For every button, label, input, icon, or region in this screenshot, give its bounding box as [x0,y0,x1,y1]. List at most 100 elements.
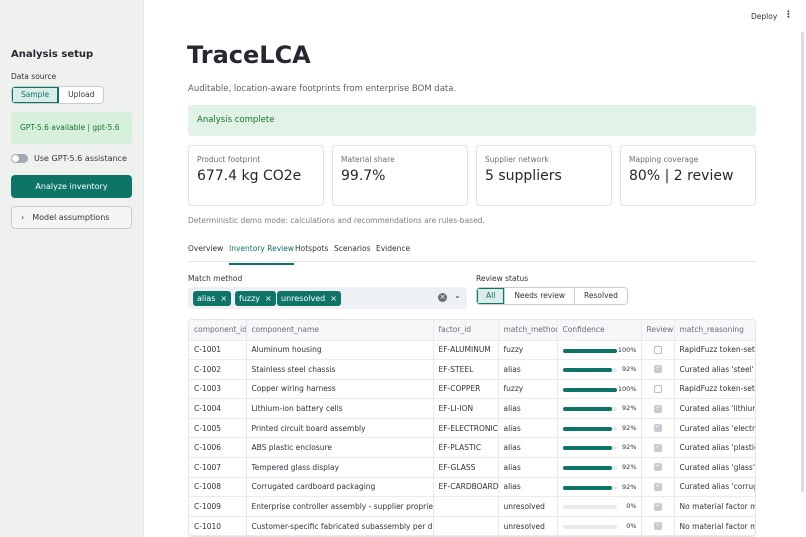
cell-match-reasoning[interactable]: Curated alias 'glass' matched [674,457,755,478]
cell-match-method[interactable]: alias [498,418,558,439]
cell-component-name[interactable]: Copper wiring harness [246,379,434,400]
tab-overview[interactable]: Overview [188,244,223,263]
cell-match-reasoning[interactable]: RapidFuzz token-set match [674,340,755,361]
cell-component-name[interactable]: ABS plastic enclosure [246,437,434,459]
cell-confidence[interactable]: 100% [557,340,642,361]
match-method-multiselect[interactable]: alias × fuzzy × unresolved × × ⌄ [188,287,467,309]
review-checkbox[interactable] [653,521,662,531]
close-icon[interactable]: × [330,294,337,303]
table-row[interactable]: C-1005 Printed circuit board assembly EF-E… [189,418,755,439]
cell-component-id[interactable]: C-1004 [189,398,247,419]
table-row[interactable]: C-1002 Stainless steel chassis EF-STEEL ali… [189,359,755,380]
cell-confidence[interactable]: 92% [557,359,642,380]
cell-match-reasoning[interactable]: Curated alias 'plastic' matched [674,437,755,459]
cell-confidence[interactable]: 92% [557,457,642,478]
cell-match-method[interactable]: unresolved [498,516,558,536]
kebab-menu-icon[interactable]: ⋮ [784,10,793,20]
review-option-all[interactable]: All [477,288,506,304]
cell-match-method[interactable]: fuzzy [498,379,558,400]
tab-inventory-review[interactable]: Inventory Review [229,244,294,265]
cell-factor-id[interactable] [433,516,499,536]
source-option-sample[interactable]: Sample [12,87,60,103]
review-checkbox[interactable] [653,502,662,511]
tab-hotspots[interactable]: Hotspots [295,244,328,263]
table-row[interactable]: C-1009 Enterprise controller assembly - s… [189,496,755,517]
cell-match-method[interactable]: alias [498,437,558,459]
cell-factor-id[interactable]: EF-GLASS [433,457,499,478]
cell-review[interactable] [641,340,675,361]
review-checkbox[interactable] [653,404,662,413]
cell-match-reasoning[interactable]: No material factor met [674,516,755,536]
column-header[interactable]: factor_id [433,320,499,341]
cell-component-name[interactable]: Enterprise controller assembly - supplie… [246,496,434,517]
cell-factor-id[interactable]: EF-STEEL [433,359,499,380]
chip-fuzzy[interactable]: fuzzy × [235,291,276,306]
table-row[interactable]: C-1006 ABS plastic enclosure EF-PLASTIC ali… [189,437,755,459]
cell-match-reasoning[interactable]: No material factor met [674,496,755,517]
review-checkbox[interactable] [653,482,662,491]
table-row[interactable]: C-1003 Copper wiring harness EF-COPPER fuzz… [189,379,755,400]
table-row[interactable]: C-1007 Tempered glass display EF-GLASS alia… [189,457,755,478]
cell-component-id[interactable]: C-1009 [189,496,247,517]
table-row[interactable]: C-1008 Corrugated cardboard packaging EF-C… [189,477,755,498]
review-option-needs-review[interactable]: Needs review [505,288,576,304]
review-checkbox[interactable] [653,364,662,374]
cell-component-name[interactable]: Lithium-ion battery cells [246,398,434,419]
column-header[interactable]: Confidence [557,320,642,341]
cell-review[interactable] [641,457,675,478]
cell-component-name[interactable]: Customer-specific fabricated subassembly… [246,516,434,536]
cell-component-name[interactable]: Aluminum housing [246,340,434,361]
table-row[interactable]: C-1004 Lithium-ion battery cells EF-LI-ION… [189,398,755,419]
cell-match-method[interactable]: alias [498,398,558,419]
cell-confidence[interactable]: 0% [557,516,642,536]
close-icon[interactable]: × [265,294,272,303]
cell-review[interactable] [641,398,675,419]
cell-confidence[interactable]: 100% [557,379,642,400]
cell-review[interactable] [641,437,675,459]
cell-factor-id[interactable]: EF-ALUMINUM [433,340,499,361]
cell-review[interactable] [641,516,675,536]
close-icon[interactable]: × [220,294,227,303]
clear-all-icon[interactable]: × [438,293,447,302]
cell-match-reasoning[interactable]: Curated alias 'lithium ion' [674,398,755,419]
review-option-resolved[interactable]: Resolved [575,288,627,304]
cell-review[interactable] [641,379,675,400]
cell-component-id[interactable]: C-1005 [189,418,247,439]
cell-match-method[interactable]: unresolved [498,496,558,517]
column-header[interactable]: Review [641,320,675,341]
cell-match-method[interactable]: alias [498,477,558,498]
review-checkbox[interactable] [653,462,662,472]
tab-evidence[interactable]: Evidence [376,244,410,263]
cell-match-method[interactable]: alias [498,359,558,380]
cell-match-method[interactable]: alias [498,457,558,478]
cell-component-id[interactable]: C-1003 [189,379,247,400]
chip-unresolved[interactable]: unresolved × [277,291,341,306]
cell-review[interactable] [641,496,675,517]
cell-factor-id[interactable]: EF-LI-ION [433,398,499,419]
assist-toggle[interactable] [11,154,28,163]
cell-factor-id[interactable]: EF-PLASTIC [433,437,499,459]
cell-component-id[interactable]: C-1002 [189,359,247,380]
cell-review[interactable] [641,477,675,498]
cell-component-id[interactable]: C-1006 [189,437,247,459]
cell-factor-id[interactable]: EF-COPPER [433,379,499,400]
cell-match-reasoning[interactable]: Curated alias 'corrugated' [674,477,755,498]
tab-scenarios[interactable]: Scenarios [334,244,371,263]
cell-match-reasoning[interactable]: Curated alias 'steel' matched [674,359,755,380]
analyze-inventory-button[interactable]: Analyze inventory [11,175,132,198]
cell-component-name[interactable]: Printed circuit board assembly [246,418,434,439]
cell-review[interactable] [641,359,675,380]
cell-component-name[interactable]: Stainless steel chassis [246,359,434,380]
table-row[interactable]: C-1010 Customer-specific fabricated subas… [189,516,755,536]
scrollbar[interactable] [801,32,804,492]
cell-confidence[interactable]: 92% [557,398,642,419]
column-header[interactable]: component_id [189,320,247,341]
review-checkbox[interactable] [653,423,662,433]
cell-component-id[interactable]: C-1001 [189,340,247,361]
cell-confidence[interactable]: 92% [557,418,642,439]
cell-factor-id[interactable]: EF-CARDBOARD [433,477,499,498]
cell-review[interactable] [641,418,675,439]
table-row[interactable]: C-1001 Aluminum housing EF-ALUMINUM fuzzy 10… [189,340,755,361]
deploy-button[interactable]: Deploy [751,12,777,21]
review-checkbox[interactable] [653,443,662,452]
